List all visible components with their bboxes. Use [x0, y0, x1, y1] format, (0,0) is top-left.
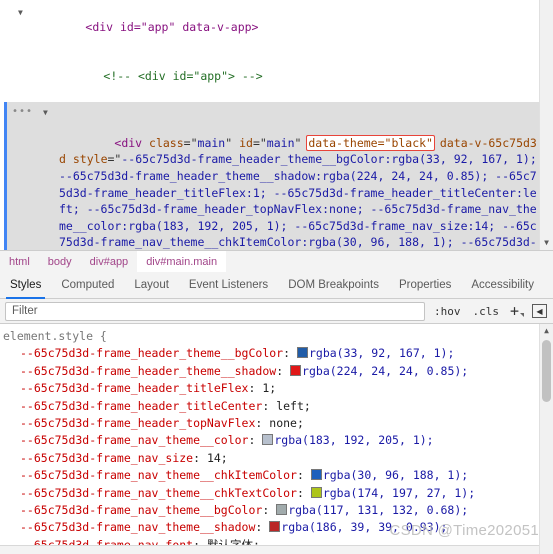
- scroll-down-arrow-icon[interactable]: ▼: [540, 236, 553, 250]
- breadcrumb-label: div#app: [89, 255, 129, 268]
- tab-label: Layout: [134, 279, 169, 291]
- expand-triangle-icon[interactable]: [43, 105, 48, 122]
- declaration-row[interactable]: --65c75d3d-frame_header_theme__shadow: r…: [3, 363, 539, 380]
- color-swatch[interactable]: [290, 364, 302, 376]
- declaration-property[interactable]: --65c75d3d-frame_nav_theme__color: [20, 433, 248, 447]
- declaration-value[interactable]: rgba(183, 192, 205, 1);: [274, 433, 433, 447]
- color-swatch[interactable]: [310, 469, 322, 481]
- styles-bottom-strip: [0, 545, 539, 554]
- dom-tree-panel[interactable]: <div id="app" data-v-app> <!-- <div id="…: [0, 0, 553, 250]
- declaration-property[interactable]: --65c75d3d-frame_nav_theme__shadow: [20, 520, 255, 534]
- dom-node-app-text: <div id="app" data-v-app>: [85, 19, 259, 34]
- tab-event-listeners[interactable]: Event Listeners: [179, 272, 278, 298]
- declaration-value[interactable]: 14;: [207, 451, 228, 465]
- tab-layout[interactable]: Layout: [124, 272, 179, 298]
- declaration-property[interactable]: --65c75d3d-frame_nav_theme__bgColor: [20, 503, 262, 517]
- declaration-value[interactable]: none;: [269, 416, 304, 430]
- color-swatch[interactable]: [262, 434, 274, 446]
- rule-selector-element-style[interactable]: element.style {: [3, 328, 539, 345]
- expand-triangle-icon[interactable]: [18, 5, 23, 22]
- declaration-row[interactable]: --65c75d3d-frame_nav_theme__bgColor: rgb…: [3, 502, 539, 519]
- breadcrumb-label: body: [47, 255, 72, 268]
- color-swatch[interactable]: [276, 504, 288, 516]
- dom-comment-text: <!-- <div id="app"> -->: [103, 69, 263, 84]
- tab-label: Computed: [61, 279, 115, 291]
- tab-computed[interactable]: Computed: [51, 272, 124, 298]
- breadcrumb-item-div-app[interactable]: div#app: [81, 251, 138, 272]
- declaration-property[interactable]: --65c75d3d-frame_header_topNavFlex: [20, 416, 255, 430]
- breadcrumb-label: html: [9, 255, 30, 268]
- styles-pane[interactable]: element.style { --65c75d3d-frame_header_…: [0, 324, 553, 554]
- sel-attr-id-value: main: [266, 135, 295, 150]
- tab-properties[interactable]: Properties: [389, 272, 461, 298]
- declaration-row[interactable]: --65c75d3d-frame_nav_theme__shadow: rgba…: [3, 519, 539, 536]
- declaration-property[interactable]: --65c75d3d-frame_nav_theme__chkItemColor: [20, 468, 297, 482]
- declaration-value[interactable]: rgba(174, 197, 27, 1);: [323, 486, 475, 500]
- color-swatch[interactable]: [310, 486, 322, 498]
- declaration-value[interactable]: 1;: [262, 381, 276, 395]
- scrollbar-thumb[interactable]: [542, 340, 551, 402]
- tab-label: DOM Breakpoints: [288, 279, 379, 291]
- declaration-row[interactable]: --65c75d3d-frame_nav_theme__chkItemColor…: [3, 467, 539, 484]
- dom-tree-scrollbar[interactable]: ▼: [539, 0, 553, 250]
- dom-node-main-selected[interactable]: ••• <div class="main" id="main" data-the…: [4, 101, 539, 250]
- new-style-rule-button[interactable]: +: [508, 304, 526, 319]
- declaration-row[interactable]: --65c75d3d-frame_header_titleFlex: 1;: [3, 380, 539, 397]
- declaration-value[interactable]: rgba(30, 96, 188, 1);: [323, 468, 468, 482]
- dom-tree-scroll-content: <div id="app" data-v-app> <!-- <div id="…: [0, 0, 539, 250]
- sel-attr-class-name: class: [149, 135, 184, 150]
- declaration-property[interactable]: --65c75d3d-frame_header_theme__bgColor: [20, 346, 283, 360]
- declaration-value[interactable]: rgba(33, 92, 167, 1);: [309, 346, 454, 360]
- breadcrumb[interactable]: html body div#app div#main.main: [0, 250, 553, 272]
- hover-state-button[interactable]: :hov: [431, 304, 464, 319]
- filter-input[interactable]: [5, 301, 425, 321]
- declaration-property[interactable]: --65c75d3d-frame_nav_theme__chkTextColor: [20, 486, 297, 500]
- color-swatch[interactable]: [296, 347, 308, 359]
- declaration-row[interactable]: --65c75d3d-frame_header_theme__bgColor: …: [3, 345, 539, 362]
- breadcrumb-item-body[interactable]: body: [39, 251, 81, 272]
- sel-tag-open: <div: [114, 135, 143, 150]
- scroll-up-arrow-icon[interactable]: ▲: [540, 324, 553, 338]
- styles-filter-bar: :hov .cls + ◀: [0, 299, 553, 324]
- node-badge-dots[interactable]: •••: [12, 104, 33, 121]
- tab-label: Properties: [398, 279, 452, 291]
- declaration-property[interactable]: --65c75d3d-frame_header_theme__shadow: [20, 364, 276, 378]
- tab-accessibility[interactable]: Accessibility: [461, 272, 544, 298]
- tab-dom-breakpoints[interactable]: DOM Breakpoints: [278, 272, 389, 298]
- declaration-row[interactable]: --65c75d3d-frame_nav_theme__chkTextColor…: [3, 485, 539, 502]
- declaration-value[interactable]: rgba(186, 39, 39, 0.93);: [281, 520, 447, 534]
- tab-styles[interactable]: Styles: [0, 272, 51, 299]
- sel-attr-style-name: style: [72, 152, 108, 167]
- class-toggle-button[interactable]: .cls: [469, 304, 502, 319]
- declaration-value[interactable]: rgba(224, 24, 24, 0.85);: [302, 364, 468, 378]
- declaration-value[interactable]: left;: [276, 399, 311, 413]
- declaration-row[interactable]: --65c75d3d-frame_nav_size: 14;: [3, 450, 539, 467]
- search-match-highlight[interactable]: data-theme="black": [306, 134, 435, 151]
- sel-attr-class-value: main: [197, 135, 226, 150]
- sel-attr-id-name: id: [239, 135, 253, 150]
- declaration-value[interactable]: rgba(117, 131, 132, 0.68);: [288, 503, 468, 517]
- styles-sidebar-tabbar[interactable]: Styles Computed Layout Event Listeners D…: [0, 272, 553, 299]
- declaration-row[interactable]: --65c75d3d-frame_nav_theme__color: rgba(…: [3, 432, 539, 449]
- computed-sidebar-toggle-icon[interactable]: ◀: [532, 304, 547, 318]
- sel-attr-style-value: --65c75d3d-frame_header_theme__bgColor:r…: [59, 152, 537, 250]
- breadcrumb-label: div#main.main: [146, 255, 218, 268]
- declaration-property[interactable]: --65c75d3d-frame_header_titleCenter: [20, 399, 262, 413]
- tab-label: Event Listeners: [188, 279, 269, 291]
- tab-label: Styles: [10, 279, 42, 291]
- color-swatch[interactable]: [269, 521, 281, 533]
- styles-scrollbar[interactable]: ▲: [539, 324, 553, 554]
- dom-node-app[interactable]: <div id="app" data-v-app>: [0, 2, 539, 52]
- devtools-window: <div id="app" data-v-app> <!-- <div id="…: [0, 0, 553, 554]
- breadcrumb-item-div-main[interactable]: div#main.main: [137, 251, 227, 272]
- declaration-property[interactable]: --65c75d3d-frame_header_titleFlex: [20, 381, 248, 395]
- breadcrumb-item-html[interactable]: html: [0, 251, 39, 272]
- declaration-row[interactable]: --65c75d3d-frame_header_topNavFlex: none…: [3, 415, 539, 432]
- tab-label: Accessibility: [471, 279, 535, 291]
- declaration-row[interactable]: --65c75d3d-frame_header_titleCenter: lef…: [3, 398, 539, 415]
- dom-node-comment: <!-- <div id="app"> -->: [0, 52, 539, 102]
- styles-rules-content: element.style { --65c75d3d-frame_header_…: [0, 324, 539, 554]
- declaration-property[interactable]: --65c75d3d-frame_nav_size: [20, 451, 193, 465]
